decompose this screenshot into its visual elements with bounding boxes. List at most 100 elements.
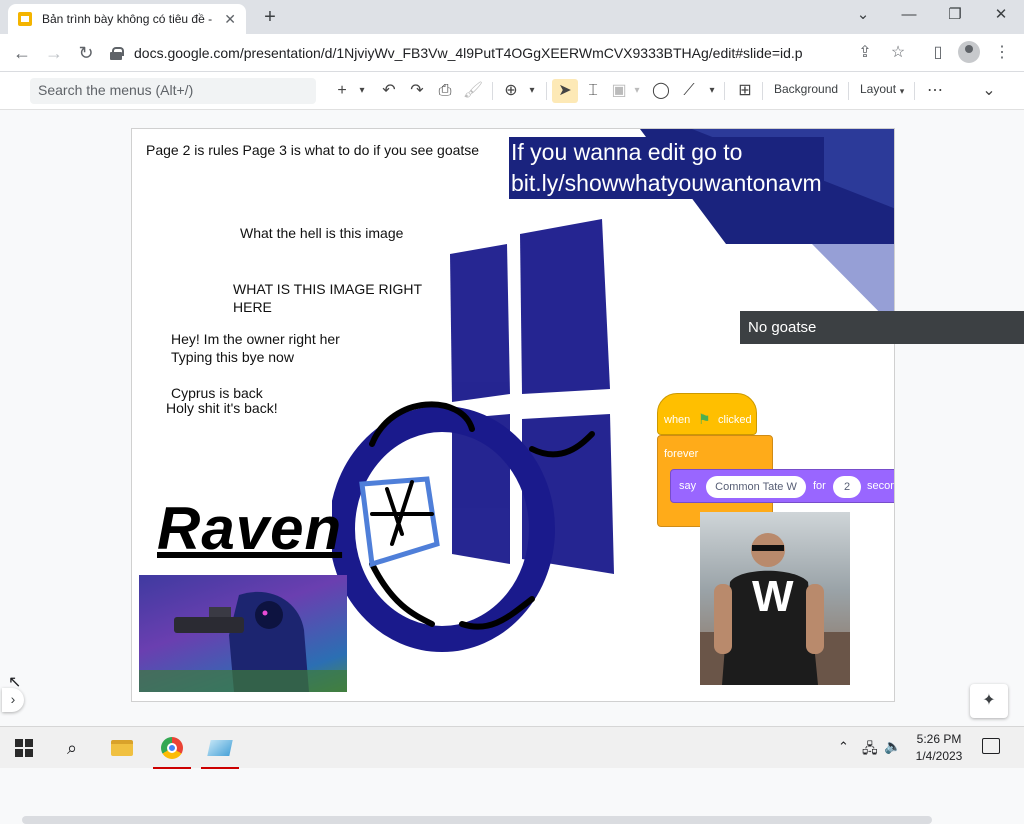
scratch-for-text: for xyxy=(813,480,826,492)
insert-image-icon[interactable]: ▣ xyxy=(608,79,630,103)
layout-dropdown-icon[interactable]: ▾ xyxy=(896,79,908,103)
new-tab-button[interactable]: + xyxy=(258,6,282,30)
editor-workspace: Page 2 is rules Page 3 is what to do if … xyxy=(0,111,1024,824)
forward-button[interactable]: → xyxy=(42,41,66,65)
volume-icon[interactable]: 🔈 xyxy=(884,738,901,755)
undo-icon[interactable]: ↶ xyxy=(378,79,400,103)
scratch-seconds-text: seconds xyxy=(867,480,894,492)
text-box-icon[interactable]: ⌶ xyxy=(582,79,604,103)
select-tool-icon[interactable]: ➤ xyxy=(552,79,578,103)
slide-top-text[interactable]: Page 2 is rules Page 3 is what to do if … xyxy=(146,141,479,159)
zoom-icon[interactable]: ⊕ xyxy=(500,79,522,103)
bookmark-star-icon[interactable]: ☆ xyxy=(886,41,910,65)
divider xyxy=(492,82,493,100)
redo-icon[interactable]: ↷ xyxy=(406,79,428,103)
chrome-logo-icon xyxy=(161,737,183,759)
text-owner-line1[interactable]: Hey! Im the owner right her xyxy=(171,330,340,348)
tooltip: No goatse xyxy=(740,311,1024,344)
file-explorer-icon[interactable] xyxy=(100,727,144,769)
slides-favicon-icon xyxy=(18,12,32,26)
side-panel-icon[interactable]: ▯ xyxy=(926,41,950,65)
start-button[interactable] xyxy=(2,727,46,769)
clock-time: 5:26 PM xyxy=(916,732,962,746)
raven-title[interactable]: Raven xyxy=(157,494,342,563)
tray-chevron-icon[interactable]: ⌃ xyxy=(838,739,849,755)
text-cyprus-line2[interactable]: Holy shit it's back! xyxy=(166,399,278,417)
scribble-pane-top-left xyxy=(450,244,510,402)
url-field[interactable]: docs.google.com/presentation/d/1NjviyWv_… xyxy=(110,38,910,68)
scratch-message-pill[interactable]: Common Tate W xyxy=(706,476,806,498)
scribble-cross-lines xyxy=(370,480,434,546)
sunglasses xyxy=(752,545,784,551)
link-line-2: bit.ly/showwhatyouwantonavm xyxy=(511,170,822,196)
chrome-menu-icon[interactable]: ⋮ xyxy=(990,41,1014,65)
left-arm xyxy=(714,584,732,654)
tate-w-image[interactable]: W xyxy=(700,512,850,685)
app-taskbar-icon[interactable] xyxy=(198,727,242,769)
text-what-is-line2[interactable]: HERE xyxy=(233,298,272,316)
restore-button[interactable]: ❐ xyxy=(935,4,975,28)
tab-close-icon[interactable]: ✕ xyxy=(224,11,236,28)
ground xyxy=(139,670,347,692)
scratch-when-text: when xyxy=(664,414,691,426)
minimize-button[interactable]: — xyxy=(889,4,929,28)
scratch-forever-text: forever xyxy=(664,448,699,460)
scratch-say-text: say xyxy=(679,480,697,492)
raven-character-image[interactable] xyxy=(139,575,347,692)
app-window-icon xyxy=(207,740,233,756)
print-icon[interactable]: ⎙ xyxy=(434,79,456,103)
window-close-button[interactable]: ✕ xyxy=(981,4,1021,28)
notification-icon[interactable] xyxy=(982,738,1000,754)
new-slide-icon[interactable]: + xyxy=(332,79,352,103)
share-icon[interactable]: ⇪ xyxy=(853,41,877,65)
comment-icon[interactable]: ⊞ xyxy=(734,79,756,103)
paint-format-icon[interactable]: 🖌 xyxy=(462,79,484,103)
reload-button[interactable]: ↻ xyxy=(74,41,98,65)
profile-avatar[interactable] xyxy=(958,41,980,63)
layout-button[interactable]: Layout xyxy=(860,82,896,96)
divider xyxy=(914,82,915,100)
line-dropdown-icon[interactable]: ▾ xyxy=(704,79,720,103)
taskbar-clock[interactable]: 5:26 PM 1/4/2023 xyxy=(906,731,972,765)
shape-icon[interactable]: ◯ xyxy=(650,79,672,103)
line-icon[interactable]: ⟋ xyxy=(678,79,700,103)
green-flag-icon: ⚑ xyxy=(698,411,711,427)
scribble-drawing[interactable] xyxy=(332,214,632,654)
background-button[interactable]: Background xyxy=(774,82,838,96)
folder-icon xyxy=(111,740,133,756)
collapse-chevron-icon[interactable]: ⌄ xyxy=(978,79,1000,103)
chrome-taskbar-icon[interactable] xyxy=(150,727,194,769)
back-button[interactable]: ← xyxy=(10,41,34,65)
mouse-cursor-icon: ↖ xyxy=(8,674,22,691)
slides-toolbar: Search the menus (Alt+/) + ▾ ↶ ↷ ⎙ 🖌 ⊕ ▾… xyxy=(0,72,1024,110)
divider xyxy=(724,82,725,100)
search-icon[interactable]: ⌕ xyxy=(50,727,94,769)
browser-tab[interactable]: Bản trình bày không có tiêu đề - ✕ xyxy=(8,4,246,34)
explore-button[interactable]: ✦ xyxy=(970,684,1008,718)
network-icon[interactable]: 🖧 xyxy=(862,738,878,762)
zoom-dropdown-icon[interactable]: ▾ xyxy=(524,79,540,103)
address-bar-row: ← → ↻ docs.google.com/presentation/d/1Nj… xyxy=(0,34,1024,72)
url-text: docs.google.com/presentation/d/1NjviyWv_… xyxy=(134,45,803,61)
divider xyxy=(546,82,547,100)
tab-title: Bản trình bày không có tiêu đề - xyxy=(42,12,213,26)
scratch-seconds-pill[interactable]: 2 xyxy=(833,476,861,498)
tab-search-chevron-icon[interactable]: ⌄ xyxy=(843,4,883,28)
edit-link-textbox[interactable]: If you wanna edit go to bit.ly/showwhaty… xyxy=(509,137,824,199)
raven-head xyxy=(255,601,283,629)
slide-canvas[interactable]: Page 2 is rules Page 3 is what to do if … xyxy=(131,128,895,702)
horizontal-scrollbar[interactable] xyxy=(22,816,932,824)
raven-eye xyxy=(262,610,268,616)
menu-search-input[interactable]: Search the menus (Alt+/) xyxy=(30,78,316,104)
scratch-say-block[interactable]: say Common Tate W for 2 seconds xyxy=(670,469,894,503)
image-dropdown-icon[interactable]: ▾ xyxy=(630,79,644,103)
scribble-pane-top-right xyxy=(520,219,610,394)
text-owner-line2[interactable]: Typing this bye now xyxy=(171,348,294,366)
raven-gun xyxy=(174,617,244,633)
more-options-icon[interactable]: ⋯ xyxy=(924,79,946,103)
lock-icon xyxy=(110,47,124,60)
scratch-when-flag-block[interactable]: when ⚑ clicked xyxy=(657,393,757,435)
scratch-clicked-text: clicked xyxy=(718,414,752,426)
new-slide-dropdown-icon[interactable]: ▾ xyxy=(354,79,370,103)
divider xyxy=(848,82,849,100)
